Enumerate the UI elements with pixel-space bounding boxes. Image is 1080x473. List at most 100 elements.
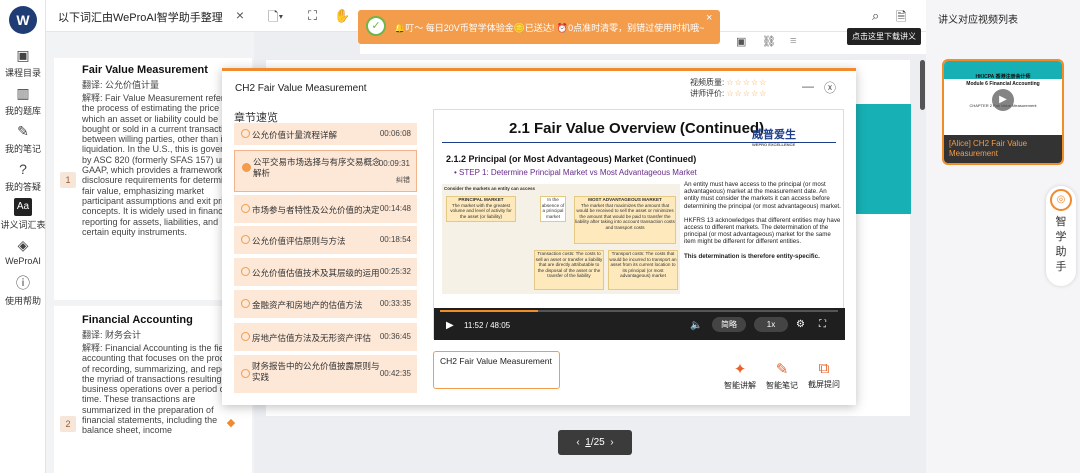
tool-label: 智能讲解 [724, 381, 756, 390]
ai-floating-icon[interactable]: ◆ [222, 416, 240, 434]
progress-fill [440, 310, 539, 312]
minimize-button[interactable]: — [802, 79, 814, 93]
link-icon[interactable]: ⛓ [762, 35, 776, 48]
fullscreen-icon[interactable]: ⛶ [819, 319, 826, 330]
subtitle-toggle-button[interactable]: 简略 [712, 317, 746, 332]
notification-banner: ✓ 🔔叮～ 每日20V币智学体验金🪙已送达! ⏰0点准时清零，别错过使用时机哦~… [358, 10, 720, 44]
play-pause-button[interactable]: ▶ [446, 320, 454, 331]
scrollbar[interactable] [920, 60, 925, 110]
file-icon[interactable]: 🗋▾ [268, 8, 283, 30]
chapter-time: 00:36:45 [379, 332, 411, 341]
thumb-title-cn: HKICPA 香港注册会计师 [975, 74, 1031, 80]
chapter-item[interactable]: 公允价值计量流程详解 00:06:08 [234, 123, 417, 145]
slide-paragraph: An entity must have access to the princi… [684, 181, 841, 210]
lecturer-stars[interactable]: ☆☆☆☆☆ [726, 89, 767, 98]
smart-assistant-button[interactable]: ◎ 智学助手 [1046, 186, 1076, 286]
chapter-time: 00:25:32 [379, 267, 411, 276]
video-label: [Alice] CH2 Fair Value Measurement [949, 139, 1028, 158]
nav-glossary[interactable]: Aa 讲义词汇表 [0, 198, 46, 231]
progress-bar[interactable] [440, 310, 838, 312]
smart-note-icon: ✎ [775, 361, 789, 378]
most-adv-desc: The market that maximizes the amount tha… [575, 202, 675, 230]
download-handout-icon[interactable]: 🗎 [896, 8, 906, 30]
slide-paragraph: This determination is therefore entity-s… [684, 252, 820, 260]
question-bank-icon: ▥ [16, 85, 30, 101]
principal-market-box: PRINCIPAL MARKET The market with the grea… [446, 196, 516, 222]
rating-block: 视频质量: ☆☆☆☆☆ 讲师评价: ☆☆☆☆☆ [690, 77, 767, 99]
glossary-icon: Aa [14, 198, 32, 216]
vocab-number: 1 [60, 172, 76, 188]
settings-icon[interactable]: ⚙ [796, 319, 805, 330]
prev-page-button[interactable]: ‹ [576, 437, 585, 448]
chapter-item[interactable]: 公允价值评估原则与方法 00:18:54 [234, 226, 417, 254]
slide-paragraph: HKFRS 13 acknowledges that different ent… [684, 216, 841, 246]
transport-costs-box: Transport costs: The costs that would be… [608, 250, 678, 290]
search-icon[interactable]: ⌕ [872, 8, 879, 24]
most-adv-title: MOST ADVANTAGEOUS MARKET [588, 197, 662, 202]
banner-close-button[interactable]: × [706, 12, 712, 24]
video-player[interactable]: 2.1 Fair Value Overview (Continued) 威普爱生… [433, 109, 845, 340]
nav-help[interactable]: ⓘ 使用帮助 [0, 274, 46, 307]
video-player-modal: CH2 Fair Value Measurement 视频质量: ☆☆☆☆☆ 讲… [222, 68, 856, 405]
assistant-label: 智学助手 [1055, 216, 1067, 273]
video-time: 11:52 / 48:05 [464, 321, 511, 330]
transaction-costs-box: Transaction costs: The costs to sell an … [534, 250, 604, 290]
fit-page-icon[interactable]: ⛶ [308, 8, 317, 24]
app-logo[interactable]: W [9, 6, 37, 34]
next-page-button[interactable]: › [605, 437, 613, 448]
chapter-label: 市场参与者特性及公允价值的决定 [252, 205, 380, 215]
nav-weproai[interactable]: ◈ WeProAI [0, 236, 46, 266]
ai-explain-button[interactable]: ✦ 智能讲解 [720, 360, 760, 391]
nav-my-notes[interactable]: ✎ 我的笔记 [0, 122, 46, 155]
download-tooltip: 点击这里下载讲义 [847, 28, 921, 45]
vocab-close-button[interactable]: × [236, 7, 244, 23]
market-diagram: Consider the markets an entity can acces… [442, 184, 680, 294]
nav-label: 课程目录 [4, 68, 41, 78]
quality-stars[interactable]: ☆☆☆☆☆ [726, 78, 767, 87]
chapter-item[interactable]: 房地产估值方法及无形资产评估 00:36:45 [234, 323, 417, 351]
video-thumbnail-card[interactable]: HKICPA 香港注册会计师 Module 6 Financial Accoun… [942, 59, 1064, 165]
lecturer-label: 讲师评价: [690, 89, 725, 98]
chapter-item-active[interactable]: 公平交易市场选择与有序交易概念解析 00:09:31 纠错 [234, 150, 417, 192]
principal-desc: The market with the greatest volume and … [450, 202, 512, 219]
close-modal-button[interactable]: ⓧ [824, 79, 836, 96]
chapter-time: 00:06:08 [379, 129, 411, 138]
video-list-title: 讲义对应视频列表 [938, 15, 1018, 26]
subtitle-text-box: CH2 Fair Value Measurement [433, 351, 560, 389]
nav-label: 我的题库 [4, 106, 41, 116]
most-advantageous-box: MOST ADVANTAGEOUS MARKET The market that … [574, 196, 676, 244]
principal-title: PRINCIPAL MARKET [458, 197, 504, 202]
image-icon[interactable]: ▣ [736, 35, 746, 48]
smart-note-button[interactable]: ✎ 智能笔记 [762, 360, 802, 391]
hand-tool-icon[interactable]: ✋ [334, 8, 350, 24]
check-icon: ✓ [366, 16, 386, 36]
chapter-item[interactable]: 财务报告中的公允价值披露原则与实践 00:42:35 [234, 355, 417, 393]
chapter-label: 公允价值计量流程详解 [252, 130, 338, 140]
total-pages: /25 [590, 437, 605, 448]
chapter-item[interactable]: 公允价值估值技术及其层级的运用 00:25:32 [234, 258, 417, 286]
volume-icon[interactable]: 🔈 [690, 320, 702, 331]
play-icon[interactable]: ▶ [992, 89, 1014, 111]
slide-body: An entity must have access to the princi… [684, 181, 842, 260]
page-navigator: ‹ 1/25 › [558, 430, 632, 455]
modal-title: CH2 Fair Value Measurement [235, 83, 367, 94]
screenshot-question-button[interactable]: ⧉ 截屏提问 [804, 360, 844, 390]
video-controls: ▶ 11:52 / 48:05 🔈 简略 1x ⚙ ⛶ [434, 308, 845, 340]
nav-course-catalog[interactable]: ▣ 课程目录 [0, 46, 46, 79]
nav-question-bank[interactable]: ▥ 我的题库 [0, 84, 46, 117]
weproai-icon: ◈ [17, 237, 29, 253]
chapter-item[interactable]: 金融资产和房地产的估值方法 00:33:35 [234, 290, 417, 318]
nav-my-qa[interactable]: ? 我的答疑 [0, 160, 46, 193]
chapter-label: 财务报告中的公允价值披露原则与实践 [252, 361, 380, 382]
menu-icon[interactable]: ≡ [790, 35, 796, 47]
tool-label: 截屏提问 [808, 380, 840, 389]
report-error-link[interactable]: 纠错 [396, 175, 410, 185]
logo-text: 威普爱生 [752, 129, 796, 141]
chapter-label: 公允价值估值技术及其层级的运用 [252, 268, 380, 278]
qa-icon: ? [19, 161, 27, 177]
speed-button[interactable]: 1x [754, 317, 788, 332]
logo-letter: W [16, 12, 30, 28]
chapter-time: 00:09:31 [378, 159, 410, 168]
nav-label: 我的答疑 [4, 182, 41, 192]
chapter-item[interactable]: 市场参与者特性及公允价值的决定 00:14:48 [234, 195, 417, 223]
